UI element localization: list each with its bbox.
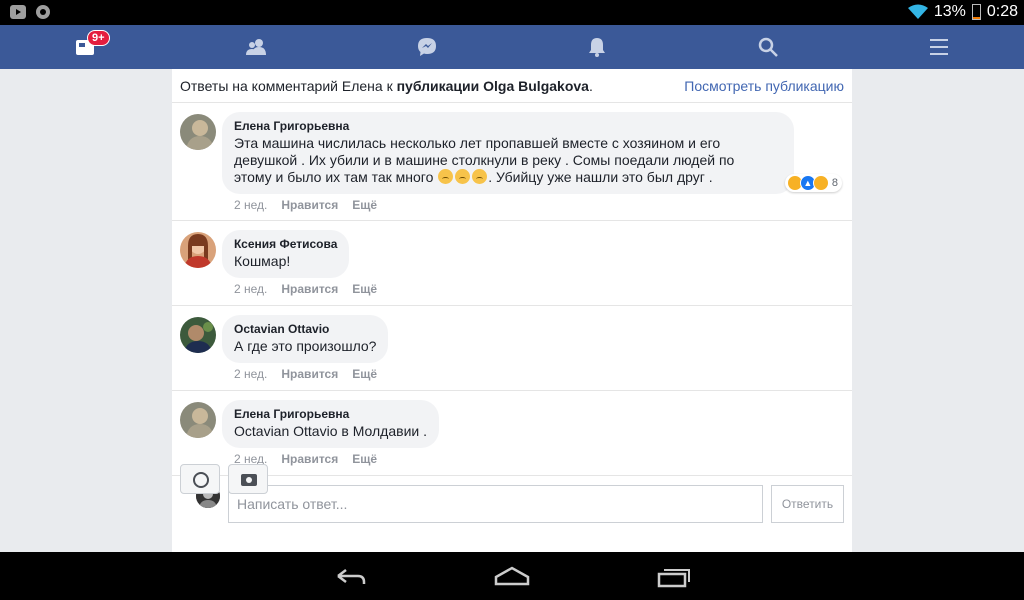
camera-icon <box>241 474 257 486</box>
nav-menu[interactable] <box>909 25 969 69</box>
replies-title: Ответы на комментарий Елена к публикации… <box>180 77 593 94</box>
messenger-icon <box>418 38 436 56</box>
comment-text: Кошмар! <box>234 253 291 269</box>
system-nav-bar <box>0 552 1024 600</box>
battery-percent: 13% <box>933 3 966 20</box>
emoji-picker-button[interactable] <box>180 464 220 494</box>
like-button[interactable]: Нравится <box>281 367 338 381</box>
battery-icon <box>971 4 981 20</box>
view-post-link[interactable]: Посмотреть публикацию <box>684 78 844 94</box>
top-nav-bar: 9+ <box>0 25 1024 69</box>
reply-input[interactable]: Написать ответ... <box>228 485 763 523</box>
reply-submit-button[interactable]: Ответить <box>771 485 844 523</box>
comment-item: Ксения Фетисова Кошмар! 2 нед. Нравится … <box>172 221 852 306</box>
comment-actions: 2 нед. Нравится Ещё <box>222 367 388 381</box>
status-bar: 13% 0:28 <box>0 0 1024 25</box>
comment-time: 2 нед. <box>234 367 268 381</box>
comment-author[interactable]: Елена Григорьевна <box>234 118 782 134</box>
avatar[interactable] <box>180 402 216 438</box>
comment-author[interactable]: Octavian Ottavio <box>234 321 376 337</box>
crying-emoji-icon <box>472 169 488 184</box>
reaction-summary[interactable]: ▲ 8 <box>784 174 842 192</box>
search-icon <box>758 37 778 57</box>
clock: 0:28 <box>986 3 1018 20</box>
like-button[interactable]: Нравится <box>281 198 338 212</box>
youtube-icon <box>10 5 26 19</box>
more-button[interactable]: Ещё <box>352 198 377 212</box>
avatar[interactable] <box>180 317 216 353</box>
reaction-count: 8 <box>831 177 838 189</box>
camera-button[interactable] <box>228 464 268 494</box>
more-button[interactable]: Ещё <box>352 282 377 296</box>
comment-author[interactable]: Елена Григорьевна <box>234 406 427 422</box>
comment-bubble: Елена Григорьевна Octavian Ottavio в Мол… <box>222 400 439 448</box>
more-button[interactable]: Ещё <box>352 367 377 381</box>
nav-news-feed[interactable]: 9+ <box>55 25 115 69</box>
reply-composer: Написать ответ... Ответить <box>172 476 852 536</box>
comment-actions: 2 нед. Нравится Ещё <box>222 198 794 212</box>
crying-emoji-icon <box>455 169 471 184</box>
comment-item: Елена Григорьевна Octavian Ottavio в Мол… <box>172 391 852 476</box>
like-button[interactable]: Нравится <box>281 452 338 466</box>
like-button[interactable]: Нравится <box>281 282 338 296</box>
nav-friends[interactable] <box>226 25 286 69</box>
comment-bubble: Ксения Фетисова Кошмар! <box>222 230 350 278</box>
comment-time: 2 нед. <box>234 282 268 296</box>
post-link[interactable]: публикации Olga Bulgakova <box>397 78 589 94</box>
nav-search[interactable] <box>738 25 798 69</box>
smiley-icon <box>193 472 209 488</box>
comment-actions: 2 нед. Нравится Ещё <box>222 282 377 296</box>
chrome-icon <box>36 5 50 19</box>
nav-notifications[interactable] <box>567 25 627 69</box>
notifications-icon <box>589 38 605 57</box>
crying-emoji-icon <box>438 169 454 184</box>
comments-panel: Ответы на комментарий Елена к публикации… <box>172 69 852 552</box>
comment-item: Елена Григорьевна Эта машина числилась н… <box>172 103 852 221</box>
comment-text: Octavian Ottavio в Молдавии . <box>234 423 427 439</box>
more-button[interactable]: Ещё <box>352 452 377 466</box>
comment-author[interactable]: Ксения Фетисова <box>234 236 337 252</box>
replies-header: Ответы на комментарий Елена к публикации… <box>172 69 852 103</box>
comment-time: 2 нед. <box>234 198 268 212</box>
avatar[interactable] <box>180 232 216 268</box>
wifi-icon <box>907 4 928 19</box>
wow-reaction-icon <box>812 175 829 191</box>
comment-bubble: Елена Григорьевна Эта машина числилась н… <box>222 112 842 194</box>
recent-apps-icon[interactable] <box>656 564 692 588</box>
friends-icon <box>246 39 266 55</box>
avatar[interactable] <box>180 114 216 150</box>
comment-text: Эта машина числилась несколько лет пропа… <box>234 135 735 185</box>
menu-icon <box>930 39 948 55</box>
nav-messenger[interactable] <box>397 25 457 69</box>
home-icon[interactable] <box>494 564 530 588</box>
back-icon[interactable] <box>332 564 368 588</box>
comment-text: А где это произошло? <box>234 338 377 354</box>
comment-bubble: Octavian Ottavio А где это произошло? <box>222 315 389 363</box>
comment-item: Octavian Ottavio А где это произошло? 2 … <box>172 306 852 391</box>
notification-badge: 9+ <box>87 30 110 46</box>
